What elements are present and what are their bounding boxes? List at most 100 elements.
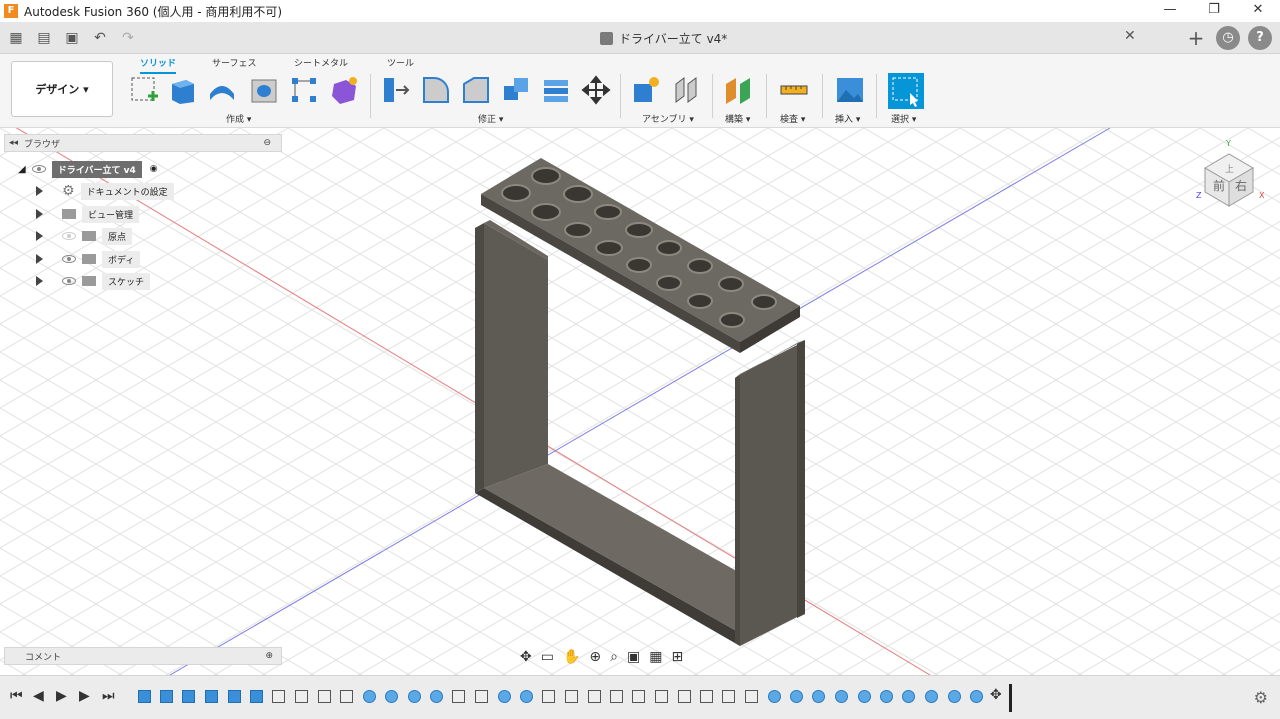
timeline-extrude-icon[interactable] xyxy=(138,690,151,703)
browser-item-origin[interactable]: 原点 xyxy=(36,227,133,245)
workspace-switcher[interactable]: デザイン ▾ xyxy=(11,61,113,117)
timeline-sketch-icon[interactable] xyxy=(632,690,645,703)
display-settings-icon[interactable]: ▣ xyxy=(627,649,640,665)
new-component-icon[interactable] xyxy=(630,74,662,106)
group-inspect[interactable]: 検査 ▾ xyxy=(780,112,805,125)
job-status-icon[interactable]: ◷ xyxy=(1216,26,1240,50)
measure-icon[interactable] xyxy=(778,74,810,106)
visibility-eye-icon[interactable] xyxy=(62,255,76,263)
browser-item-view-management[interactable]: ビュー管理 xyxy=(36,205,140,223)
timeline-sketch-icon[interactable] xyxy=(542,690,555,703)
collapse-panel-icon[interactable]: ◂◂ xyxy=(9,138,18,148)
joint-icon[interactable] xyxy=(670,74,702,106)
timeline-hole-icon[interactable] xyxy=(385,690,398,703)
tab-sheet-metal[interactable]: シートメタル xyxy=(294,56,348,69)
expand-arrow-icon[interactable] xyxy=(36,231,46,241)
canvas-viewport[interactable] xyxy=(0,117,1280,676)
press-pull-icon[interactable] xyxy=(380,74,412,106)
chamfer-icon[interactable] xyxy=(460,74,492,106)
group-assembly[interactable]: アセンブリ ▾ xyxy=(642,112,694,125)
model-canvas[interactable] xyxy=(0,117,1280,676)
move-icon[interactable] xyxy=(580,74,612,106)
undo-icon[interactable]: ↶ xyxy=(88,26,112,50)
hole-icon[interactable] xyxy=(248,74,280,106)
fillet-icon[interactable] xyxy=(420,74,452,106)
timeline-next-icon[interactable]: ▶ xyxy=(79,688,90,704)
timeline-settings-gear-icon[interactable]: ⚙ xyxy=(1254,688,1268,707)
save-icon[interactable]: ▣ xyxy=(60,26,84,50)
timeline-sketch-icon[interactable] xyxy=(700,690,713,703)
redo-icon[interactable]: ↷ xyxy=(116,26,140,50)
timeline-extrude-icon[interactable] xyxy=(228,690,241,703)
document-tab[interactable]: ドライバー立て v4* xyxy=(600,22,727,54)
timeline-sketch-icon[interactable] xyxy=(588,690,601,703)
browser-item-bodies[interactable]: ボディ xyxy=(36,250,141,268)
look-at-icon[interactable]: ▭ xyxy=(541,649,554,665)
browser-root[interactable]: ◢ ドライバー立て v4 ◉ xyxy=(18,160,158,178)
zoom-icon[interactable]: ⊕ xyxy=(589,649,601,665)
timeline-hole-icon[interactable] xyxy=(790,690,803,703)
minimize-button[interactable]: — xyxy=(1148,0,1192,22)
timeline-end-icon[interactable]: ⏭ xyxy=(102,688,115,704)
timeline-hole-icon[interactable] xyxy=(430,690,443,703)
tab-tools[interactable]: ツール xyxy=(387,56,414,69)
timeline-sketch-icon[interactable] xyxy=(452,690,465,703)
visibility-eye-icon[interactable] xyxy=(62,232,76,240)
close-button[interactable]: ✕ xyxy=(1236,0,1280,22)
visibility-eye-icon[interactable] xyxy=(31,165,46,173)
browser-item-document-settings[interactable]: ⚙ ドキュメントの設定 xyxy=(36,182,174,200)
fit-zoom-icon[interactable]: ⌕ xyxy=(610,649,618,665)
root-component-label[interactable]: ドライバー立て v4 xyxy=(51,160,142,178)
timeline-sketch-icon[interactable] xyxy=(610,690,623,703)
timeline-hole-icon[interactable] xyxy=(408,690,421,703)
browser-item-sketches[interactable]: スケッチ xyxy=(36,272,151,290)
pan-hand-icon[interactable]: ✋ xyxy=(563,649,580,665)
rectangular-pattern-icon[interactable] xyxy=(288,74,320,106)
tab-surface[interactable]: サーフェス xyxy=(212,56,256,69)
insert-image-icon[interactable] xyxy=(834,74,866,106)
grid-settings-icon[interactable]: ▦ xyxy=(649,649,662,665)
timeline-prev-icon[interactable]: ◀ xyxy=(33,688,44,704)
revolve-icon[interactable] xyxy=(206,74,238,106)
minimize-panel-icon[interactable]: ⊖ xyxy=(263,138,271,148)
timeline-hole-icon[interactable] xyxy=(902,690,915,703)
timeline-sketch-icon[interactable] xyxy=(475,690,488,703)
select-icon[interactable] xyxy=(888,73,924,109)
timeline-extrude-icon[interactable] xyxy=(160,690,173,703)
create-sketch-icon[interactable] xyxy=(128,74,160,106)
expand-arrow-icon[interactable] xyxy=(36,186,46,196)
group-select[interactable]: 選択 ▾ xyxy=(891,112,916,125)
expand-arrow-icon[interactable] xyxy=(36,276,46,286)
timeline-hole-icon[interactable] xyxy=(925,690,938,703)
timeline-hole-icon[interactable] xyxy=(498,690,511,703)
timeline-sketch-icon[interactable] xyxy=(745,690,758,703)
orbit-icon[interactable]: ✥ xyxy=(520,649,532,665)
root-expand-icon[interactable]: ◢ xyxy=(18,164,26,175)
comments-panel-header[interactable]: コメント ⊕ xyxy=(4,647,282,665)
timeline-extrude-icon[interactable] xyxy=(182,690,195,703)
timeline-sketch-icon[interactable] xyxy=(655,690,668,703)
data-panel-grid-icon[interactable]: ▦ xyxy=(4,26,28,50)
group-modify[interactable]: 修正 ▾ xyxy=(478,112,503,125)
timeline-sketch-icon[interactable] xyxy=(340,690,353,703)
tab-close-icon[interactable]: ✕ xyxy=(1124,28,1136,44)
timeline-hole-icon[interactable] xyxy=(970,690,983,703)
timeline-hole-icon[interactable] xyxy=(880,690,893,703)
viewcube-widget[interactable]: 前 右 上 X Y Z xyxy=(1195,140,1275,210)
expand-arrow-icon[interactable] xyxy=(36,254,46,264)
browser-panel-header[interactable]: ◂◂ ブラウザ ⊖ xyxy=(4,134,282,152)
extrude-icon[interactable] xyxy=(166,74,198,106)
restore-button[interactable]: ❐ xyxy=(1192,0,1236,22)
tab-solid[interactable]: ソリッド xyxy=(140,56,177,74)
timeline-hole-icon[interactable] xyxy=(835,690,848,703)
timeline-sketch-icon[interactable] xyxy=(272,690,285,703)
timeline-move-icon[interactable]: ✥ xyxy=(990,687,1002,703)
timeline-sketch-icon[interactable] xyxy=(678,690,691,703)
timeline-hole-icon[interactable] xyxy=(812,690,825,703)
timeline-extrude-icon[interactable] xyxy=(205,690,218,703)
timeline-sketch-icon[interactable] xyxy=(722,690,735,703)
offset-plane-icon[interactable] xyxy=(722,74,754,106)
timeline-hole-icon[interactable] xyxy=(948,690,961,703)
viewports-icon[interactable]: ⊞ xyxy=(671,649,683,665)
file-menu-icon[interactable]: ▤ xyxy=(32,26,56,50)
